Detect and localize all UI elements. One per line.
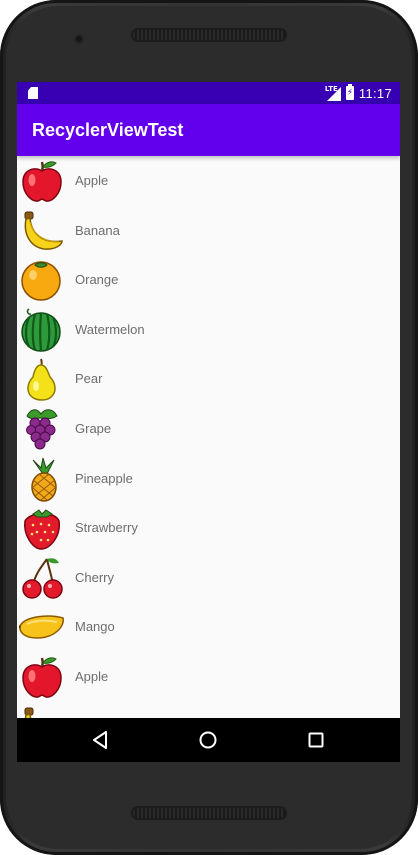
cherry-icon (19, 555, 65, 601)
list-item[interactable]: Mango (17, 602, 400, 652)
home-icon (199, 731, 217, 749)
list-item[interactable]: Cherry (17, 553, 400, 603)
list-item-partial[interactable] (17, 702, 400, 718)
app-bar: RecyclerViewTest (17, 104, 400, 156)
fruit-name: Strawberry (75, 520, 138, 536)
navigation-bar (17, 718, 400, 762)
fruit-name: Orange (75, 272, 119, 288)
status-icons: LTE 11:17 (324, 82, 392, 104)
grape-icon (19, 406, 65, 452)
banana-icon (19, 704, 65, 718)
recents-icon (308, 732, 324, 748)
orange-icon (19, 257, 65, 303)
fruit-name: Apple (75, 669, 109, 684)
back-icon (92, 731, 108, 749)
status-time: 11:17 (358, 85, 392, 101)
fruit-recycler-view[interactable]: Apple Banana Orange Watermelon Pear Grap… (17, 156, 400, 718)
list-item[interactable]: Apple (17, 652, 400, 702)
mango-icon (19, 604, 65, 650)
battery-charging-icon (345, 84, 354, 100)
list-item[interactable]: Grape (17, 404, 400, 454)
fruit-name: Pear (75, 371, 103, 387)
list-item[interactable]: Strawberry (17, 503, 400, 553)
sd-card-icon (28, 87, 38, 99)
network-type-label: LTE (324, 85, 338, 93)
list-item[interactable]: Orange (17, 255, 400, 305)
list-item[interactable]: Watermelon (17, 305, 400, 355)
status-bar: LTE 11:17 (17, 82, 400, 104)
fruit-name: Watermelon (75, 321, 145, 337)
strawberry-icon (19, 505, 65, 551)
fruit-name: Banana (75, 222, 120, 238)
apple-icon (19, 158, 65, 204)
fruit-name: Grape (75, 421, 112, 436)
home-button[interactable] (178, 718, 238, 762)
device-screen: LTE 11:17 RecyclerViewTest Apple Banana (17, 82, 400, 762)
list-item[interactable]: Banana (17, 206, 400, 256)
recents-button[interactable] (286, 718, 346, 762)
list-item[interactable]: Pineapple (17, 454, 400, 504)
list-item[interactable]: Apple (17, 156, 400, 206)
pear-icon (19, 356, 65, 402)
fruit-name: Apple (75, 173, 109, 188)
bottom-speaker-grille (131, 806, 287, 820)
fruit-name: Pineapple (75, 470, 133, 486)
watermelon-icon (19, 307, 65, 353)
fruit-name: Cherry (75, 569, 115, 585)
top-speaker-grille (131, 28, 287, 42)
front-camera (74, 34, 84, 44)
pineapple-icon (19, 456, 65, 502)
apple-icon (19, 654, 65, 700)
list-item[interactable]: Pear (17, 354, 400, 404)
phone-frame: LTE 11:17 RecyclerViewTest Apple Banana (0, 0, 418, 855)
lte-signal-icon: LTE (324, 85, 341, 101)
banana-icon (19, 208, 65, 254)
app-title: RecyclerViewTest (32, 120, 184, 140)
back-button[interactable] (70, 718, 130, 762)
fruit-name: Mango (75, 619, 115, 635)
